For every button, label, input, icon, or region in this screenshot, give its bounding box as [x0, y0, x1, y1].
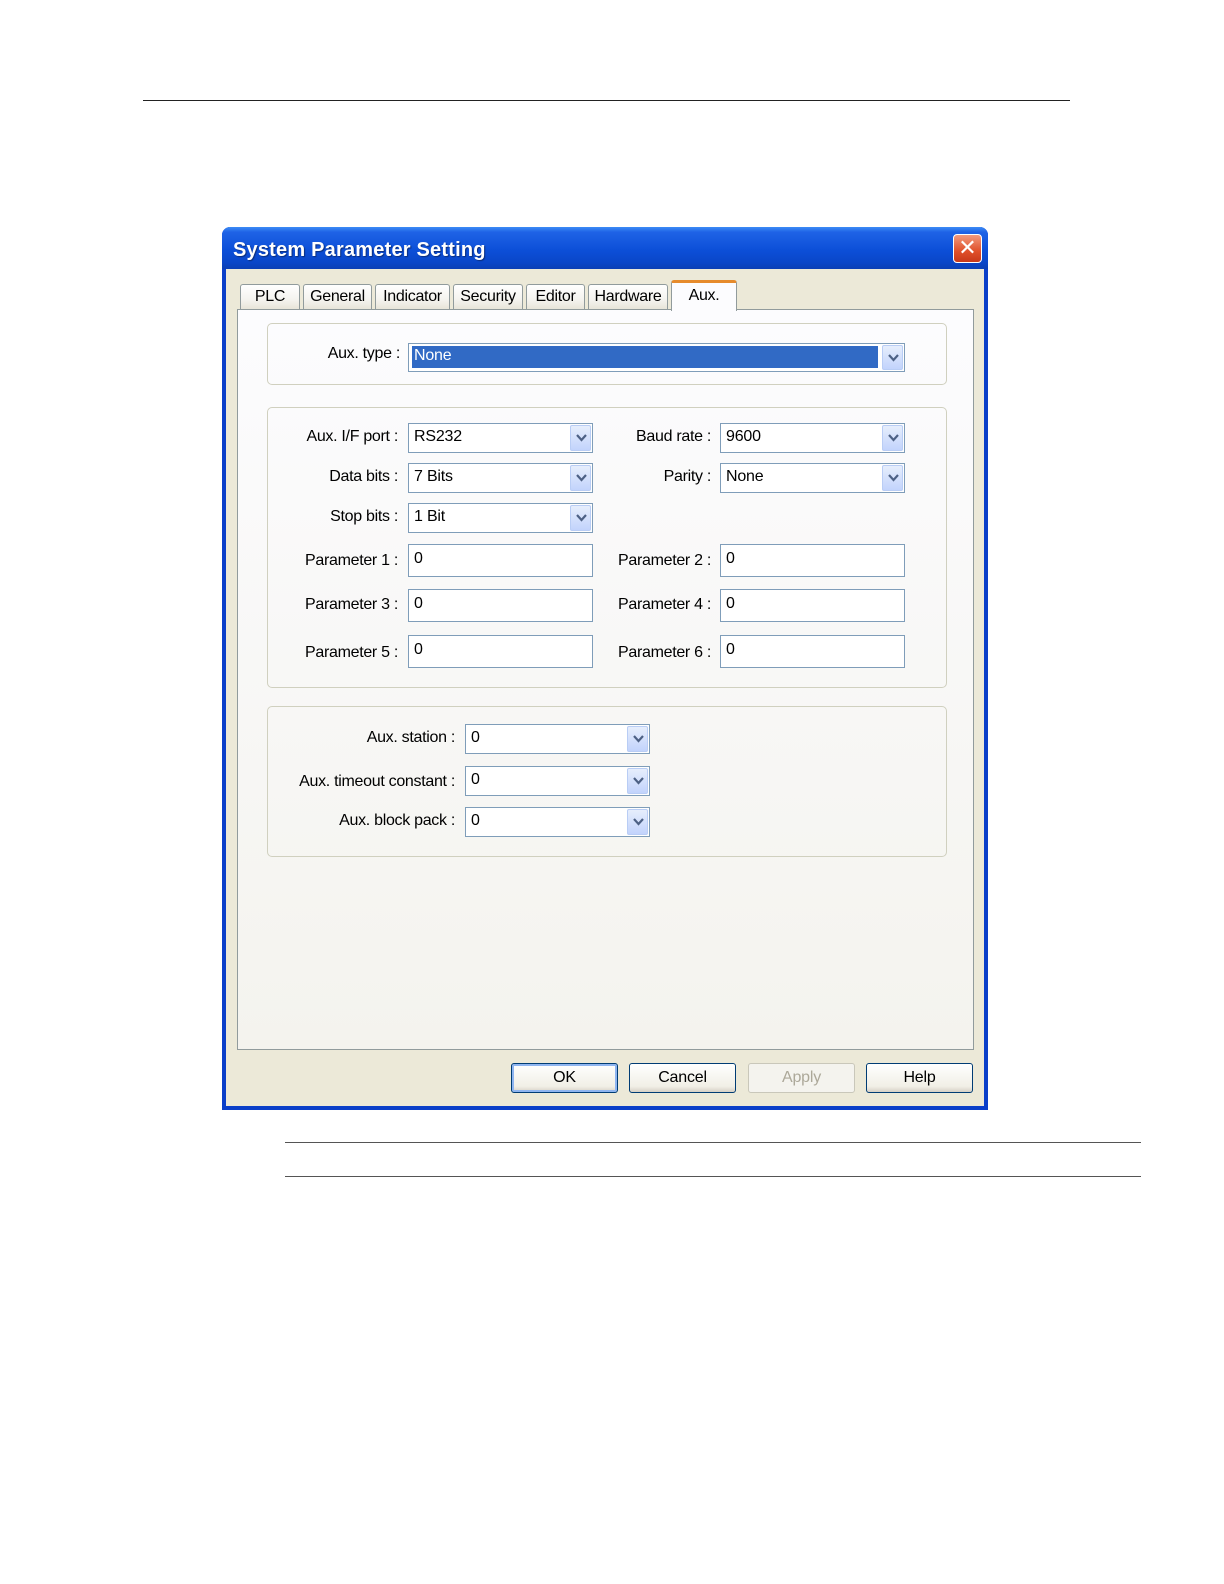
help-label: Help: [903, 1069, 936, 1086]
parity-value: None: [726, 468, 764, 485]
parameter-4-input[interactable]: 0: [720, 589, 905, 622]
chevron-down-icon: [633, 818, 644, 826]
data-bits-label: Data bits :: [329, 468, 398, 485]
dropdown-button[interactable]: [882, 345, 903, 370]
chevron-down-icon: [633, 777, 644, 785]
tab-plc[interactable]: PLC: [240, 284, 300, 310]
data-bits-value: 7 Bits: [414, 468, 453, 485]
data-bits-select[interactable]: 7 Bits: [408, 463, 593, 493]
apply-label: Apply: [781, 1069, 822, 1086]
dropdown-button[interactable]: [570, 505, 591, 531]
parameter-5-value: 0: [414, 641, 423, 658]
chevron-down-icon: [888, 354, 899, 362]
stop-bits-value: 1 Bit: [414, 508, 446, 525]
dropdown-button[interactable]: [627, 726, 648, 752]
chevron-down-icon: [888, 434, 899, 442]
parameter-2-value: 0: [726, 550, 735, 567]
aux-station-label: Aux. station :: [366, 729, 456, 746]
stop-bits-select[interactable]: 1 Bit: [408, 503, 593, 533]
stop-bits-label: Stop bits :: [330, 508, 398, 525]
aux-station-value: 0: [471, 729, 480, 746]
aux-type-group: Aux. type : None: [267, 323, 947, 385]
aux-type-select[interactable]: None: [408, 343, 905, 372]
aux-timeout-label: Aux. timeout constant :: [299, 773, 455, 790]
ok-label: OK: [553, 1069, 576, 1086]
caption-rule-top: [285, 1142, 1141, 1143]
aux-block-pack-label: Aux. block pack :: [339, 812, 455, 829]
cancel-button[interactable]: Cancel: [629, 1063, 736, 1093]
aux-if-port-value: RS232: [414, 428, 462, 445]
parameter-3-label: Parameter 3 :: [304, 596, 398, 613]
dropdown-button[interactable]: [627, 768, 648, 794]
ok-button[interactable]: OK: [511, 1063, 618, 1093]
tab-label: Hardware: [594, 288, 662, 305]
close-button[interactable]: ✕: [953, 234, 982, 263]
baud-rate-label: Baud rate :: [636, 428, 711, 445]
dropdown-button[interactable]: [882, 425, 903, 451]
title-bar[interactable]: System Parameter Setting ✕: [222, 227, 988, 269]
parameter-1-value: 0: [414, 550, 423, 567]
aux-block-pack-value: 0: [471, 812, 480, 829]
aux-timeout-select[interactable]: 0: [465, 766, 650, 796]
communication-group: Aux. I/F port : RS232 Baud rate : 9600 D…: [267, 407, 947, 688]
aux-if-port-select[interactable]: RS232: [408, 423, 593, 453]
tab-label: Aux.: [688, 287, 720, 304]
chevron-down-icon: [576, 514, 587, 522]
aux-tab-page: Aux. type : None Aux. I/F port : RS232 B…: [237, 309, 974, 1050]
dropdown-button[interactable]: [882, 465, 903, 491]
dropdown-button[interactable]: [570, 465, 591, 491]
tab-aux[interactable]: Aux.: [671, 280, 737, 311]
tab-editor[interactable]: Editor: [526, 284, 585, 310]
tab-label: General: [310, 288, 365, 305]
parameter-2-input[interactable]: 0: [720, 544, 905, 577]
parameter-6-input[interactable]: 0: [720, 635, 905, 668]
tab-security[interactable]: Security: [453, 284, 523, 310]
parameter-6-value: 0: [726, 641, 735, 658]
parameter-3-value: 0: [414, 595, 423, 612]
aux-type-label: Aux. type :: [327, 345, 401, 362]
aux-timeout-value: 0: [471, 771, 480, 788]
tab-label: PLC: [254, 288, 286, 305]
dropdown-button[interactable]: [627, 809, 648, 835]
cancel-label: Cancel: [658, 1069, 707, 1086]
chevron-down-icon: [633, 735, 644, 743]
parameter-3-input[interactable]: 0: [408, 589, 593, 622]
tab-hardware[interactable]: Hardware: [588, 284, 668, 310]
caption-rule-bottom: [285, 1176, 1141, 1177]
parameter-1-label: Parameter 1 :: [304, 552, 398, 569]
parameter-5-input[interactable]: 0: [408, 635, 593, 668]
parameter-6-label: Parameter 6 :: [617, 644, 711, 661]
baud-rate-value: 9600: [726, 428, 761, 445]
parameter-2-label: Parameter 2 :: [617, 552, 711, 569]
close-icon: ✕: [958, 235, 977, 260]
dialog-title: System Parameter Setting: [233, 239, 486, 261]
parity-label: Parity :: [663, 468, 712, 485]
apply-button[interactable]: Apply: [748, 1063, 855, 1093]
parity-select[interactable]: None: [720, 463, 905, 493]
aux-station-select[interactable]: 0: [465, 724, 650, 754]
tab-label: Editor: [535, 288, 576, 305]
tab-general[interactable]: General: [303, 284, 372, 310]
tab-label: Security: [460, 288, 516, 305]
help-button[interactable]: Help: [866, 1063, 973, 1093]
aux-if-port-label: Aux. I/F port :: [306, 428, 398, 445]
parameter-4-label: Parameter 4 :: [617, 596, 711, 613]
header-rule: [143, 100, 1070, 101]
chevron-down-icon: [576, 474, 587, 482]
chevron-down-icon: [576, 434, 587, 442]
station-group: Aux. station : 0 Aux. timeout constant :…: [267, 706, 947, 857]
aux-type-value: None: [412, 346, 878, 368]
tab-indicator[interactable]: Indicator: [375, 284, 450, 310]
parameter-1-input[interactable]: 0: [408, 544, 593, 577]
system-parameter-dialog: System Parameter Setting ✕ PLC General I…: [222, 227, 988, 1110]
chevron-down-icon: [888, 474, 899, 482]
aux-block-pack-select[interactable]: 0: [465, 807, 650, 837]
dropdown-button[interactable]: [570, 425, 591, 451]
baud-rate-select[interactable]: 9600: [720, 423, 905, 453]
parameter-5-label: Parameter 5 :: [304, 644, 398, 661]
tab-label: Indicator: [383, 288, 442, 305]
parameter-4-value: 0: [726, 595, 735, 612]
